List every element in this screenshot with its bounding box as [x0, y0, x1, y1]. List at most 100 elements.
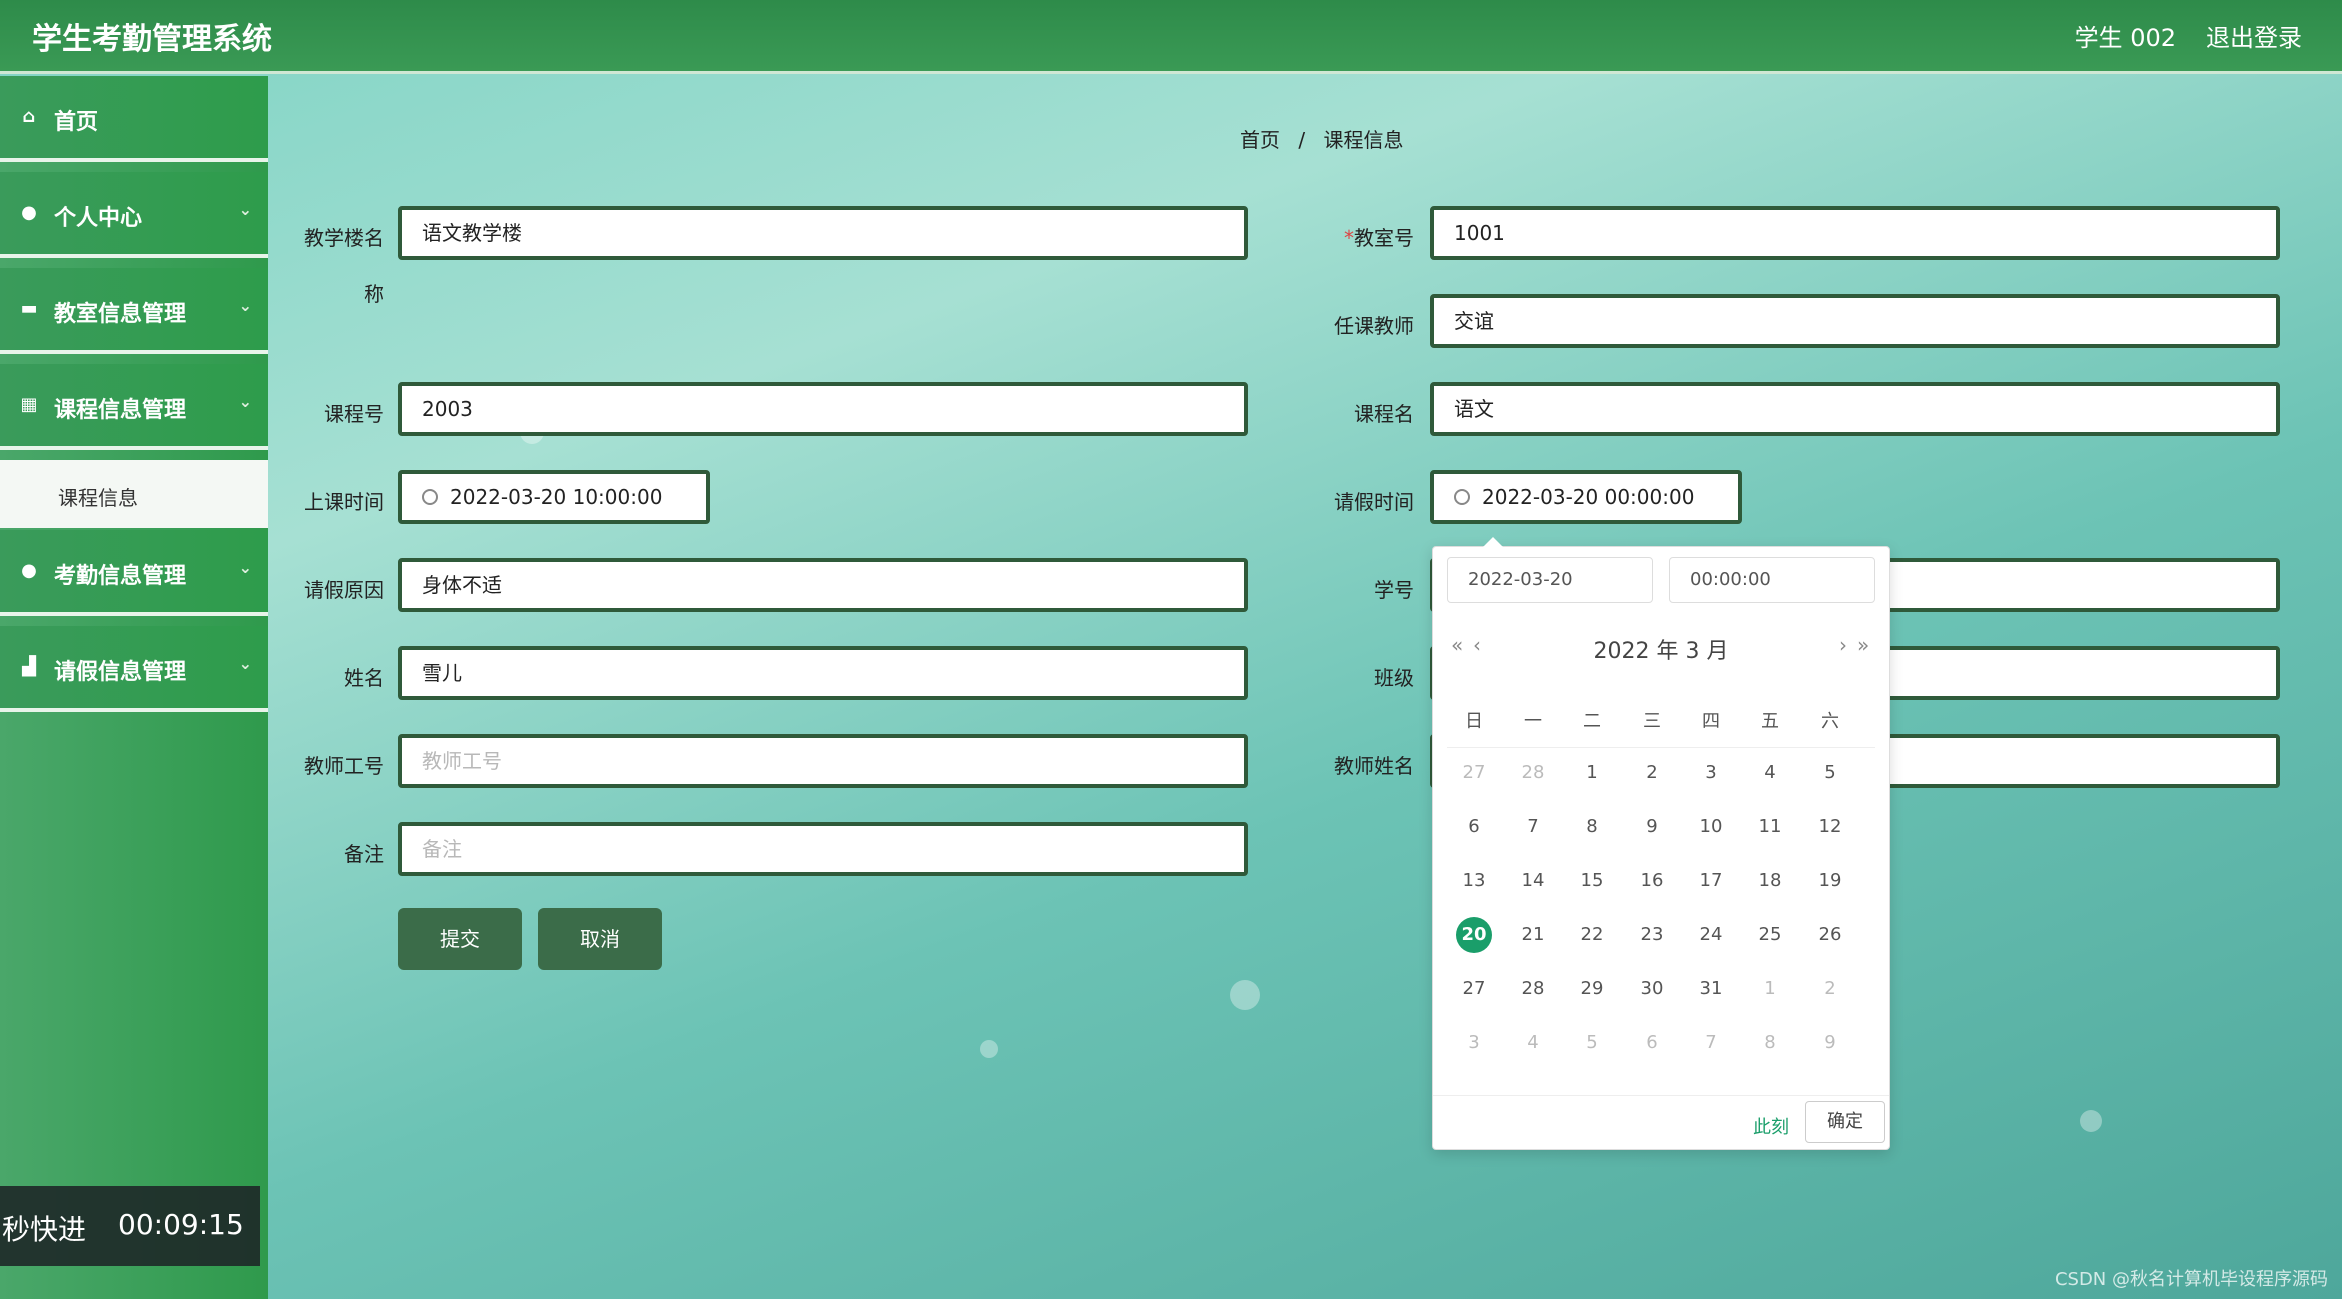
class-time-value: 2022-03-20 10:00:00	[450, 485, 663, 509]
course-no-input[interactable]: 2003	[398, 382, 1248, 436]
room-input[interactable]: 1001	[1430, 206, 2280, 260]
calendar-day[interactable]: 13	[1456, 863, 1492, 899]
calendar-day[interactable]: 31	[1693, 971, 1729, 1007]
calendar-day[interactable]: 9	[1812, 1025, 1848, 1061]
weekday-header: 二	[1583, 711, 1601, 732]
chevron-down-icon: ⌄	[238, 558, 252, 577]
popup-arrow	[1483, 537, 1503, 547]
calendar-day[interactable]: 21	[1515, 917, 1551, 953]
calendar-day[interactable]: 10	[1693, 809, 1729, 845]
video-speed-overlay: 秒快进 00:09:15	[0, 1186, 260, 1266]
calendar-day[interactable]: 24	[1693, 917, 1729, 953]
calendar-day[interactable]: 8	[1752, 1025, 1788, 1061]
calendar-day[interactable]: 6	[1456, 809, 1492, 845]
calendar-day[interactable]: 15	[1574, 863, 1610, 899]
calendar-day[interactable]: 6	[1634, 1025, 1670, 1061]
sidebar-item-classroom[interactable]: ▬ 教室信息管理 ⌄	[0, 268, 268, 354]
remark-input[interactable]: 备注	[398, 822, 1248, 876]
overlay-speed-text: 秒快进	[2, 1213, 87, 1246]
calendar-day[interactable]: 4	[1752, 755, 1788, 791]
sidebar-item-home[interactable]: ⌂ 首页	[0, 76, 268, 162]
calendar-day[interactable]: 16	[1634, 863, 1670, 899]
now-button[interactable]: 此刻	[1753, 1113, 1789, 1139]
teacher-id-input[interactable]: 教师工号	[398, 734, 1248, 788]
picker-time-input[interactable]: 00:00:00	[1669, 557, 1875, 603]
chevron-down-icon: ⌄	[238, 654, 252, 673]
sidebar-item-profile[interactable]: ● 个人中心 ⌄	[0, 172, 268, 258]
name-input[interactable]: 雪儿	[398, 646, 1248, 700]
calendar-day[interactable]: 1	[1574, 755, 1610, 791]
calendar-day[interactable]: 4	[1515, 1025, 1551, 1061]
sidebar-subitem-course-info[interactable]: 课程信息	[0, 460, 268, 528]
weekday-header: 一	[1524, 711, 1542, 732]
sidebar-item-leave[interactable]: ▟ 请假信息管理 ⌄	[0, 626, 268, 712]
background-bubble	[980, 1040, 998, 1058]
calendar-day[interactable]: 26	[1812, 917, 1848, 953]
calendar-day[interactable]: 3	[1693, 755, 1729, 791]
leave-time-input[interactable]: 2022-03-20 00:00:00	[1430, 470, 1742, 524]
sidebar-item-course[interactable]: ▦ 课程信息管理 ⌄	[0, 364, 268, 450]
picker-footer-divider	[1433, 1095, 1889, 1096]
calendar-day[interactable]: 8	[1574, 809, 1610, 845]
required-star: *	[1344, 226, 1354, 250]
calendar-day[interactable]: 2	[1812, 971, 1848, 1007]
breadcrumb: 首页 / 课程信息	[1240, 124, 1415, 153]
calendar-day[interactable]: 17	[1693, 863, 1729, 899]
cancel-button[interactable]: 取消	[538, 908, 662, 970]
calendar-day[interactable]: 23	[1634, 917, 1670, 953]
leave-time-value: 2022-03-20 00:00:00	[1482, 485, 1695, 509]
grid-icon: ▦	[20, 394, 38, 415]
calendar-day[interactable]: 27	[1456, 755, 1492, 791]
sidebar-subitem-label: 课程信息	[58, 486, 138, 510]
weekday-header: 五	[1761, 711, 1779, 732]
location-icon: ●	[21, 560, 37, 581]
logout-link[interactable]: 退出登录	[2206, 18, 2302, 53]
teacher-input[interactable]: 交谊	[1430, 294, 2280, 348]
calendar-day[interactable]: 9	[1634, 809, 1670, 845]
course-no-label: 课程号	[324, 402, 384, 426]
calendar-day[interactable]: 7	[1693, 1025, 1729, 1061]
reason-input[interactable]: 身体不适	[398, 558, 1248, 612]
picker-month-header: 2022 年 3 月	[1593, 639, 1729, 664]
chevron-down-icon: ⌄	[238, 392, 252, 411]
sidebar-item-label: 考勤信息管理	[54, 564, 187, 589]
calendar-day[interactable]: 14	[1515, 863, 1551, 899]
calendar-day[interactable]: 29	[1574, 971, 1610, 1007]
calendar-day[interactable]: 2	[1634, 755, 1670, 791]
calendar-day[interactable]: 28	[1515, 971, 1551, 1007]
calendar-day[interactable]: 1	[1752, 971, 1788, 1007]
calendar-day[interactable]: 5	[1812, 755, 1848, 791]
calendar-day[interactable]: 30	[1634, 971, 1670, 1007]
calendar-day[interactable]: 5	[1574, 1025, 1610, 1061]
calendar-day[interactable]: 27	[1456, 971, 1492, 1007]
overlay-time-text: 00:09:15	[118, 1208, 244, 1241]
calendar-day[interactable]: 18	[1752, 863, 1788, 899]
calendar-day[interactable]: 7	[1515, 809, 1551, 845]
building-input[interactable]: 语文教学楼	[398, 206, 1248, 260]
top-bar: 学生考勤管理系统 学生 002 退出登录	[0, 0, 2342, 74]
course-name-input[interactable]: 语文	[1430, 382, 2280, 436]
calendar-day[interactable]: 11	[1752, 809, 1788, 845]
class-label: 班级	[1374, 666, 1414, 690]
picker-date-input[interactable]: 2022-03-20	[1447, 557, 1653, 603]
next-month-button[interactable]: ›	[1839, 633, 1847, 657]
breadcrumb-home[interactable]: 首页	[1240, 128, 1280, 152]
room-label: *教室号	[1294, 222, 1414, 251]
watermark: CSDN @秋名计算机毕设程序源码	[2054, 1269, 2328, 1290]
submit-button[interactable]: 提交	[398, 908, 522, 970]
class-time-input[interactable]: 2022-03-20 10:00:00	[398, 470, 710, 524]
classroom-icon: ▬	[20, 298, 38, 319]
calendar-day[interactable]: 3	[1456, 1025, 1492, 1061]
calendar-day[interactable]: 12	[1812, 809, 1848, 845]
confirm-button[interactable]: 确定	[1805, 1101, 1885, 1143]
teacher-name-label: 教师姓名	[1334, 754, 1414, 778]
calendar-day[interactable]: 20	[1456, 917, 1492, 953]
chevron-down-icon: ⌄	[238, 296, 252, 315]
calendar-day[interactable]: 28	[1515, 755, 1551, 791]
calendar-day[interactable]: 25	[1752, 917, 1788, 953]
sidebar-item-attendance[interactable]: ● 考勤信息管理 ⌄	[0, 530, 268, 616]
next-year-button[interactable]: »	[1857, 633, 1869, 657]
calendar-day[interactable]: 22	[1574, 917, 1610, 953]
chevron-down-icon: ⌄	[238, 200, 252, 219]
calendar-day[interactable]: 19	[1812, 863, 1848, 899]
